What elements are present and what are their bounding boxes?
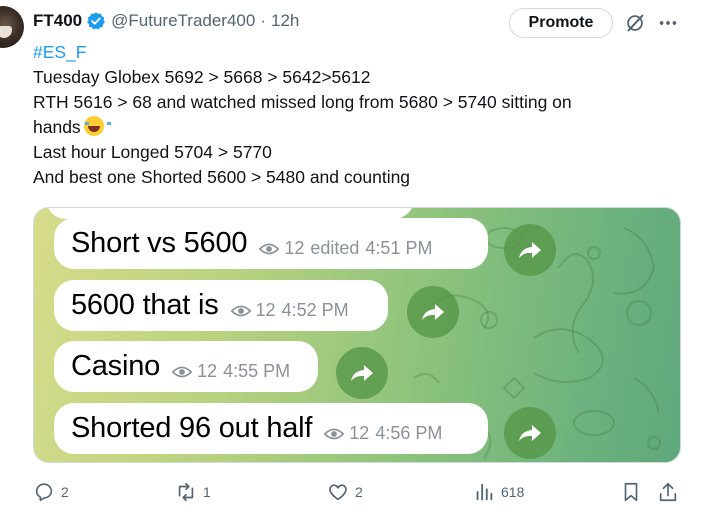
message-bubble[interactable]: Casino 12 4:55 PM: [54, 341, 318, 392]
view-count: 12: [349, 423, 370, 443]
message-bubble[interactable]: Shorted 96 out half 12 4:56 PM: [54, 403, 488, 454]
tweet-actions: 2 1 2 618: [33, 478, 681, 506]
message-meta: 12 4:55 PM: [172, 361, 290, 382]
eye-icon: [172, 366, 193, 377]
message-meta: 12 edited 4:51 PM: [259, 238, 432, 259]
view-count: 12: [284, 238, 305, 258]
reply-count: 2: [61, 484, 69, 500]
like-count: 2: [355, 484, 363, 500]
message-text: 5600 that is: [71, 289, 219, 321]
grok-icon[interactable]: [624, 12, 646, 34]
message-time: 4:56 PM: [375, 423, 443, 443]
more-icon[interactable]: [656, 12, 680, 34]
tweet-header: FT400 @FutureTrader400 · 12h: [33, 9, 299, 33]
tweet-line: hands: [33, 117, 81, 137]
tweet-time[interactable]: 12h: [271, 11, 299, 31]
message-time: 4:55 PM: [223, 361, 291, 381]
tweet-text: #ES_F Tuesday Globex 5692 > 5668 > 5642>…: [33, 40, 673, 190]
edited-label: edited: [310, 238, 360, 258]
reply-button[interactable]: 2: [33, 478, 69, 506]
forward-icon: [519, 425, 541, 441]
like-icon: [329, 484, 347, 501]
forward-button[interactable]: [407, 286, 459, 338]
message-meta: 12 4:52 PM: [230, 300, 349, 321]
forward-button[interactable]: [504, 407, 556, 459]
view-count: 12: [255, 300, 276, 320]
eye-icon: [259, 243, 280, 254]
repost-count: 1: [203, 484, 211, 500]
promote-button[interactable]: Promote: [509, 8, 613, 38]
repost-icon: [178, 482, 194, 502]
tweet-line: Last hour Longed 5704 > 5770: [33, 142, 272, 162]
forward-button[interactable]: [336, 347, 388, 399]
avatar[interactable]: [0, 6, 24, 48]
eye-icon: [230, 305, 251, 316]
tweet-line: Tuesday Globex 5692 > 5668 > 5642>5612: [33, 67, 371, 87]
repost-button[interactable]: 1: [175, 478, 211, 506]
forward-icon: [519, 242, 541, 258]
message-time: 4:52 PM: [281, 300, 349, 320]
view-count: 618: [501, 484, 525, 500]
verified-badge-icon: [87, 12, 106, 30]
share-icon: [659, 482, 677, 502]
views-icon: [476, 483, 493, 501]
forward-icon: [351, 365, 373, 381]
message-text: Casino: [71, 350, 161, 382]
author-handle[interactable]: @FutureTrader400: [111, 11, 255, 31]
message-text: Shorted 96 out half: [71, 412, 313, 444]
message-bubble[interactable]: Short vs 5600 12 edited 4:51 PM: [54, 218, 488, 269]
tweet-line: And best one Shorted 5600 > 5480 and cou…: [33, 167, 411, 187]
laughing-emoji: [83, 116, 111, 136]
media-image[interactable]: Short vs 5600 12 edited 4:51 PM 5600 tha…: [33, 207, 681, 463]
views-button[interactable]: 618: [473, 478, 524, 506]
separator-dot: ·: [260, 11, 267, 30]
like-button[interactable]: 2: [327, 478, 363, 506]
forward-icon: [422, 304, 444, 320]
message-time: 4:51 PM: [365, 238, 433, 258]
author-name[interactable]: FT400: [33, 11, 82, 31]
tweet-line: RTH 5616 > 68 and watched missed long fr…: [33, 92, 572, 112]
eye-icon: [324, 428, 345, 439]
bookmark-icon: [624, 482, 638, 502]
forward-button[interactable]: [504, 224, 556, 276]
reply-icon: [35, 483, 53, 502]
message-bubble[interactable]: 5600 that is 12 4:52 PM: [54, 280, 388, 331]
message-text: Short vs 5600: [71, 227, 248, 259]
share-button[interactable]: [657, 478, 685, 506]
message-meta: 12 4:56 PM: [324, 423, 442, 444]
bookmark-button[interactable]: [620, 478, 648, 506]
view-count: 12: [197, 361, 218, 381]
hashtag-link[interactable]: #ES_F: [33, 42, 87, 62]
